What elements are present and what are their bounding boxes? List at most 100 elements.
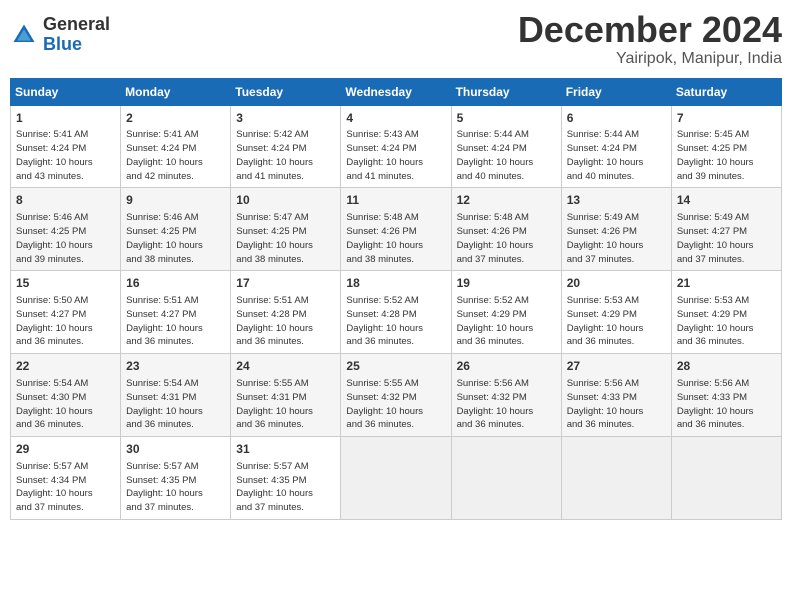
calendar-cell: 20 Sunrise: 5:53 AM Sunset: 4:29 PM Dayli… [561, 271, 671, 354]
day-info: Sunrise: 5:53 AM Sunset: 4:29 PM Dayligh… [677, 294, 776, 349]
calendar-cell: 2Sunrise: 5:41 AM Sunset: 4:24 PM Daylig… [121, 105, 231, 188]
day-info: Sunrise: 5:52 AM Sunset: 4:29 PM Dayligh… [457, 294, 556, 349]
day-number: 10 [236, 192, 335, 209]
calendar-week-row: 1Sunrise: 5:41 AM Sunset: 4:24 PM Daylig… [11, 105, 782, 188]
calendar-cell: 8 Sunrise: 5:46 AM Sunset: 4:25 PM Daylig… [11, 188, 121, 271]
calendar-cell: 16 Sunrise: 5:51 AM Sunset: 4:27 PM Dayli… [121, 271, 231, 354]
day-info: Sunrise: 5:49 AM Sunset: 4:26 PM Dayligh… [567, 211, 666, 266]
calendar-cell: 22 Sunrise: 5:54 AM Sunset: 4:30 PM Dayli… [11, 354, 121, 437]
weekday-header: Monday [121, 78, 231, 105]
day-info: Sunrise: 5:44 AM Sunset: 4:24 PM Dayligh… [457, 128, 556, 183]
day-number: 20 [567, 275, 666, 292]
day-number: 25 [346, 358, 445, 375]
day-number: 12 [457, 192, 556, 209]
calendar-cell: 5Sunrise: 5:44 AM Sunset: 4:24 PM Daylig… [451, 105, 561, 188]
day-info: Sunrise: 5:43 AM Sunset: 4:24 PM Dayligh… [346, 128, 445, 183]
day-info: Sunrise: 5:57 AM Sunset: 4:35 PM Dayligh… [126, 460, 225, 515]
weekday-header: Saturday [671, 78, 781, 105]
day-number: 6 [567, 110, 666, 127]
calendar-cell: 18Sunrise: 5:52 AM Sunset: 4:28 PM Dayli… [341, 271, 451, 354]
day-info: Sunrise: 5:41 AM Sunset: 4:24 PM Dayligh… [126, 128, 225, 183]
day-number: 16 [126, 275, 225, 292]
day-info: Sunrise: 5:57 AM Sunset: 4:34 PM Dayligh… [16, 460, 115, 515]
day-number: 3 [236, 110, 335, 127]
calendar-cell: 27Sunrise: 5:56 AM Sunset: 4:33 PM Dayli… [561, 354, 671, 437]
day-number: 30 [126, 441, 225, 458]
month-title: December 2024 [518, 10, 782, 50]
calendar-week-row: 22 Sunrise: 5:54 AM Sunset: 4:30 PM Dayli… [11, 354, 782, 437]
day-info: Sunrise: 5:42 AM Sunset: 4:24 PM Dayligh… [236, 128, 335, 183]
day-info: Sunrise: 5:44 AM Sunset: 4:24 PM Dayligh… [567, 128, 666, 183]
logo-text: General Blue [43, 15, 110, 55]
weekday-header: Thursday [451, 78, 561, 105]
location: Yairipok, Manipur, India [518, 50, 782, 68]
calendar-cell: 15Sunrise: 5:50 AM Sunset: 4:27 PM Dayli… [11, 271, 121, 354]
day-info: Sunrise: 5:49 AM Sunset: 4:27 PM Dayligh… [677, 211, 776, 266]
day-number: 31 [236, 441, 335, 458]
calendar-cell [671, 437, 781, 520]
day-info: Sunrise: 5:41 AM Sunset: 4:24 PM Dayligh… [16, 128, 115, 183]
page-header: General Blue December 2024 Yairipok, Man… [10, 10, 782, 68]
day-number: 2 [126, 110, 225, 127]
day-info: Sunrise: 5:57 AM Sunset: 4:35 PM Dayligh… [236, 460, 335, 515]
day-number: 26 [457, 358, 556, 375]
day-number: 23 [126, 358, 225, 375]
day-number: 7 [677, 110, 776, 127]
day-number: 13 [567, 192, 666, 209]
calendar-week-row: 15Sunrise: 5:50 AM Sunset: 4:27 PM Dayli… [11, 271, 782, 354]
calendar-cell [451, 437, 561, 520]
calendar-cell: 10 Sunrise: 5:47 AM Sunset: 4:25 PM Dayli… [231, 188, 341, 271]
day-info: Sunrise: 5:51 AM Sunset: 4:27 PM Dayligh… [126, 294, 225, 349]
day-info: Sunrise: 5:54 AM Sunset: 4:31 PM Dayligh… [126, 377, 225, 432]
logo-general: General [43, 15, 110, 35]
title-block: December 2024 Yairipok, Manipur, India [518, 10, 782, 68]
day-info: Sunrise: 5:46 AM Sunset: 4:25 PM Dayligh… [16, 211, 115, 266]
calendar-cell: 3Sunrise: 5:42 AM Sunset: 4:24 PM Daylig… [231, 105, 341, 188]
calendar-cell: 7Sunrise: 5:45 AM Sunset: 4:25 PM Daylig… [671, 105, 781, 188]
day-info: Sunrise: 5:54 AM Sunset: 4:30 PM Dayligh… [16, 377, 115, 432]
day-number: 9 [126, 192, 225, 209]
calendar-cell: 31 Sunrise: 5:57 AM Sunset: 4:35 PM Dayli… [231, 437, 341, 520]
day-number: 1 [16, 110, 115, 127]
logo: General Blue [10, 15, 110, 55]
day-info: Sunrise: 5:55 AM Sunset: 4:32 PM Dayligh… [346, 377, 445, 432]
day-info: Sunrise: 5:53 AM Sunset: 4:29 PM Dayligh… [567, 294, 666, 349]
calendar-cell: 21Sunrise: 5:53 AM Sunset: 4:29 PM Dayli… [671, 271, 781, 354]
weekday-header: Wednesday [341, 78, 451, 105]
calendar-cell: 9 Sunrise: 5:46 AM Sunset: 4:25 PM Daylig… [121, 188, 231, 271]
day-info: Sunrise: 5:45 AM Sunset: 4:25 PM Dayligh… [677, 128, 776, 183]
weekday-header: Sunday [11, 78, 121, 105]
calendar-cell: 11Sunrise: 5:48 AM Sunset: 4:26 PM Dayli… [341, 188, 451, 271]
calendar-cell [341, 437, 451, 520]
logo-icon [10, 21, 38, 49]
weekday-header: Tuesday [231, 78, 341, 105]
calendar-cell: 29Sunrise: 5:57 AM Sunset: 4:34 PM Dayli… [11, 437, 121, 520]
day-number: 17 [236, 275, 335, 292]
calendar-cell: 23 Sunrise: 5:54 AM Sunset: 4:31 PM Dayli… [121, 354, 231, 437]
calendar-cell [561, 437, 671, 520]
logo-blue: Blue [43, 35, 110, 55]
day-number: 18 [346, 275, 445, 292]
day-number: 5 [457, 110, 556, 127]
calendar-cell: 6Sunrise: 5:44 AM Sunset: 4:24 PM Daylig… [561, 105, 671, 188]
weekday-header-row: SundayMondayTuesdayWednesdayThursdayFrid… [11, 78, 782, 105]
day-info: Sunrise: 5:51 AM Sunset: 4:28 PM Dayligh… [236, 294, 335, 349]
day-info: Sunrise: 5:56 AM Sunset: 4:33 PM Dayligh… [677, 377, 776, 432]
day-info: Sunrise: 5:48 AM Sunset: 4:26 PM Dayligh… [457, 211, 556, 266]
calendar-cell: 13 Sunrise: 5:49 AM Sunset: 4:26 PM Dayli… [561, 188, 671, 271]
day-info: Sunrise: 5:46 AM Sunset: 4:25 PM Dayligh… [126, 211, 225, 266]
day-number: 19 [457, 275, 556, 292]
calendar-week-row: 29Sunrise: 5:57 AM Sunset: 4:34 PM Dayli… [11, 437, 782, 520]
calendar: SundayMondayTuesdayWednesdayThursdayFrid… [10, 78, 782, 520]
calendar-cell: 17 Sunrise: 5:51 AM Sunset: 4:28 PM Dayli… [231, 271, 341, 354]
day-number: 4 [346, 110, 445, 127]
calendar-cell: 4Sunrise: 5:43 AM Sunset: 4:24 PM Daylig… [341, 105, 451, 188]
day-number: 11 [346, 192, 445, 209]
day-info: Sunrise: 5:47 AM Sunset: 4:25 PM Dayligh… [236, 211, 335, 266]
calendar-cell: 25 Sunrise: 5:55 AM Sunset: 4:32 PM Dayli… [341, 354, 451, 437]
calendar-cell: 12 Sunrise: 5:48 AM Sunset: 4:26 PM Dayli… [451, 188, 561, 271]
day-number: 22 [16, 358, 115, 375]
weekday-header: Friday [561, 78, 671, 105]
day-number: 24 [236, 358, 335, 375]
day-number: 8 [16, 192, 115, 209]
